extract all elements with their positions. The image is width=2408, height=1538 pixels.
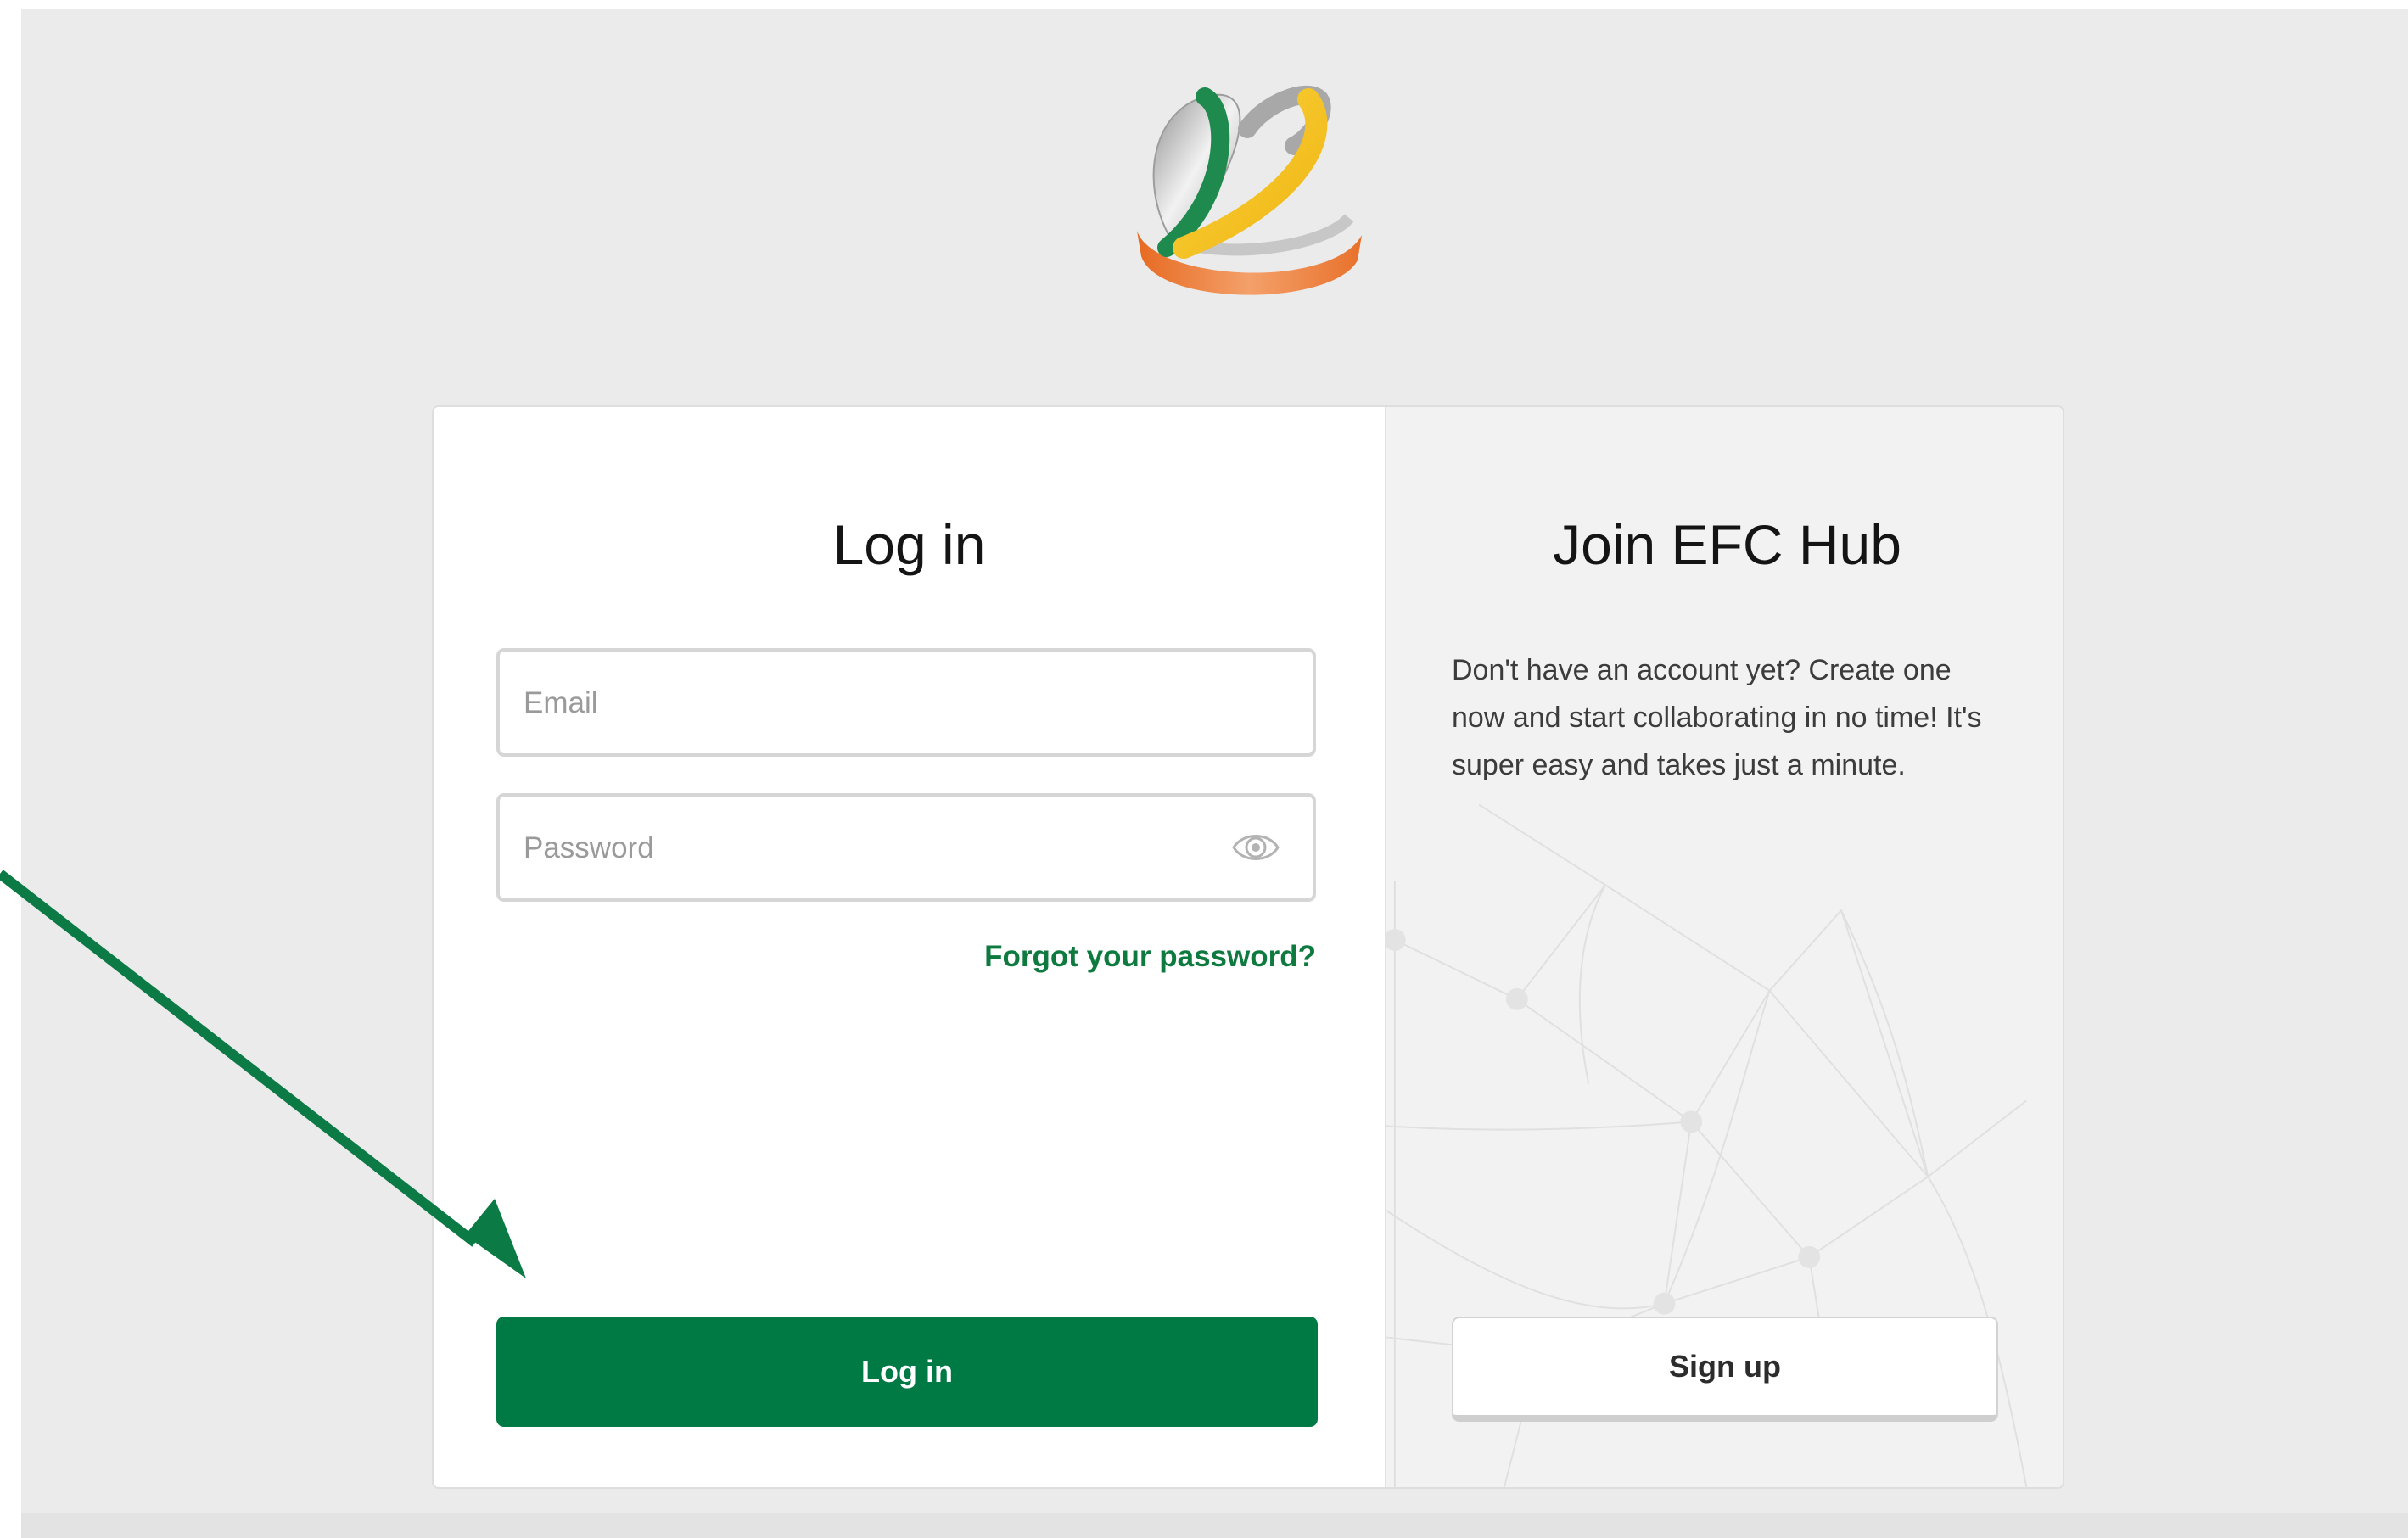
email-input[interactable] [522,652,1255,755]
signup-button[interactable]: Sign up [1452,1317,1998,1422]
join-panel: Join EFC Hub Don't have an account yet? … [1385,407,2063,1487]
login-title: Log in [832,513,986,576]
password-field[interactable] [496,793,1316,902]
auth-card: Log in Forgot your password? Log in [432,405,2064,1489]
page: Log in Forgot your password? Log in [0,0,2408,1538]
login-button[interactable]: Log in [496,1317,1318,1427]
eye-icon[interactable] [1231,827,1280,868]
join-description: Don't have an account yet? Create one no… [1452,654,1982,781]
efc-logo [1137,86,1362,295]
email-field[interactable] [496,648,1316,757]
forgot-password-link[interactable]: Forgot your password? [984,940,1316,974]
password-input[interactable] [522,797,1255,900]
login-panel: Log in Forgot your password? Log in [434,407,1385,1487]
footer-band [21,1513,2408,1538]
join-title: Join EFC Hub [1553,513,1901,576]
